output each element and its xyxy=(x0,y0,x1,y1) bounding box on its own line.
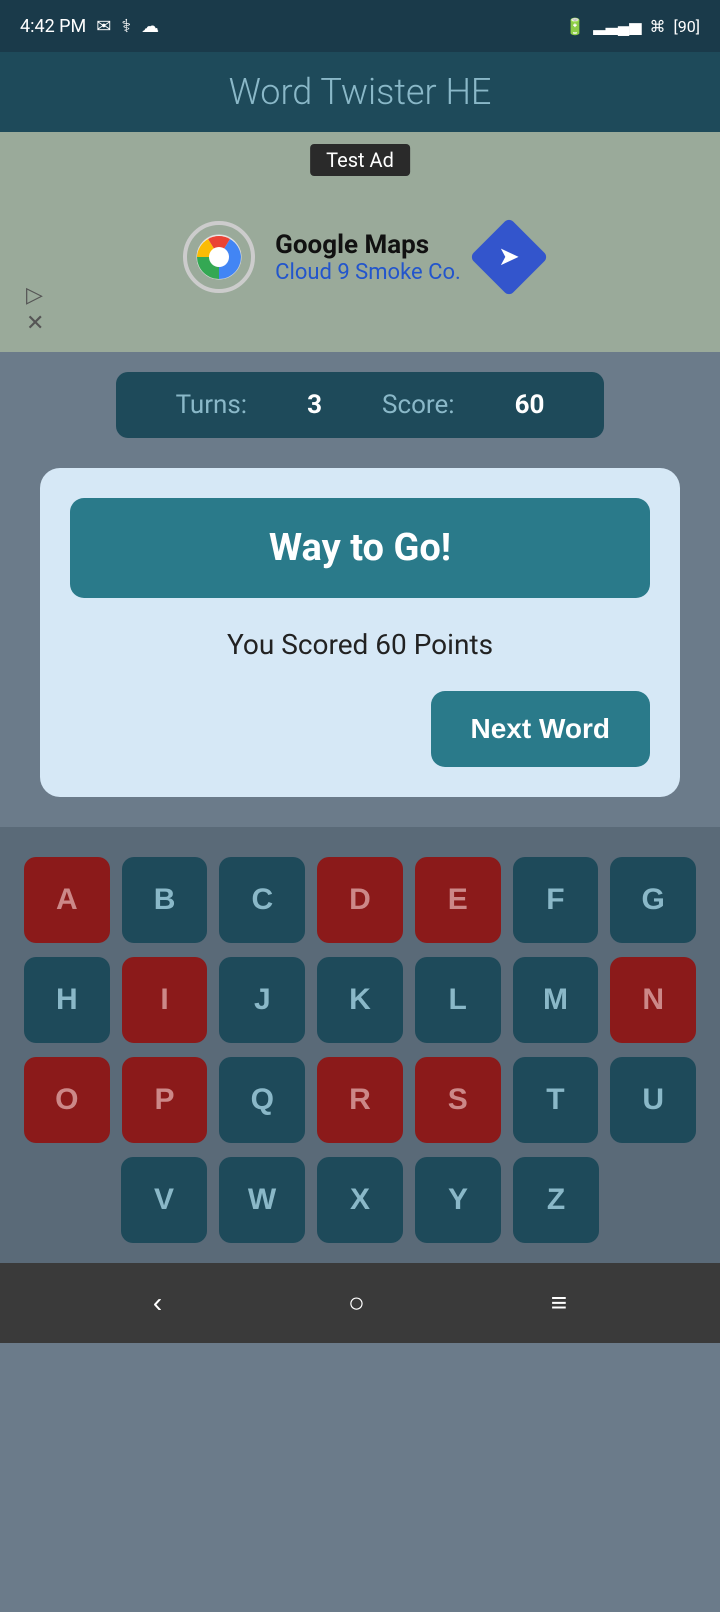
score-bar: Turns: 3 Score: 60 xyxy=(116,372,605,438)
app-header: Word Twister HE xyxy=(0,52,720,132)
key-M[interactable]: M xyxy=(513,957,599,1043)
battery-indicator: [90] xyxy=(674,17,700,36)
key-J[interactable]: J xyxy=(219,957,305,1043)
key-W[interactable]: W xyxy=(219,1157,305,1243)
menu-button[interactable]: ≡ xyxy=(531,1277,587,1329)
vibrate-icon: 🔋 xyxy=(565,17,585,36)
usb-icon: ⚕ xyxy=(121,16,131,37)
time-display: 4:42 PM xyxy=(20,16,86,37)
key-B[interactable]: B xyxy=(122,857,208,943)
cloud-icon: ☁ xyxy=(141,16,159,37)
ad-nav-icon[interactable]: ➤ xyxy=(469,217,548,296)
score-value: 60 xyxy=(515,390,545,420)
status-bar-right: 🔋 ▂▃▄▅ ⌘ [90] xyxy=(565,16,700,36)
key-I[interactable]: I xyxy=(122,957,208,1043)
key-D[interactable]: D xyxy=(317,857,403,943)
key-C[interactable]: C xyxy=(219,857,305,943)
success-dialog: Way to Go! You Scored 60 Points Next Wor… xyxy=(40,468,680,797)
keyboard-row-1: A B C D E F G xyxy=(24,857,696,943)
signal-icon: ▂▃▄▅ xyxy=(593,16,641,36)
app-title: Word Twister HE xyxy=(229,71,492,113)
ad-play-icon[interactable]: ▷ xyxy=(26,283,43,308)
status-bar: 4:42 PM ✉ ⚕ ☁ 🔋 ▂▃▄▅ ⌘ [90] xyxy=(0,0,720,52)
dialog-header: Way to Go! xyxy=(70,498,650,598)
key-X[interactable]: X xyxy=(317,1157,403,1243)
key-U[interactable]: U xyxy=(610,1057,696,1143)
wifi-icon: ⌘ xyxy=(650,17,666,36)
key-T[interactable]: T xyxy=(513,1057,599,1143)
ad-content: Google Maps Cloud 9 Smoke Co. ➤ xyxy=(143,221,577,293)
score-label: Score: xyxy=(382,390,455,420)
score-bar-container: Turns: 3 Score: 60 xyxy=(0,352,720,458)
key-Q[interactable]: Q xyxy=(219,1057,305,1143)
ad-subtitle: Cloud 9 Smoke Co. xyxy=(275,260,461,285)
ad-banner[interactable]: Test Ad Google Maps Cloud 9 Smoke Co. ➤ … xyxy=(0,132,720,352)
key-L[interactable]: L xyxy=(415,957,501,1043)
whatsapp-icon: ✉ xyxy=(96,16,111,37)
nav-bar: ‹ ○ ≡ xyxy=(0,1263,720,1343)
ad-close-icon[interactable]: ✕ xyxy=(26,311,44,336)
key-Y[interactable]: Y xyxy=(415,1157,501,1243)
ad-logo xyxy=(183,221,255,293)
key-N[interactable]: N xyxy=(610,957,696,1043)
status-bar-left: 4:42 PM ✉ ⚕ ☁ xyxy=(20,16,159,37)
keyboard-row-3: O P Q R S T U xyxy=(24,1057,696,1143)
dialog-score-text: You Scored 60 Points xyxy=(70,628,650,661)
turns-label: Turns: xyxy=(176,390,248,420)
dialog-actions: Next Word xyxy=(70,691,650,767)
keyboard-container: A B C D E F G H I J K L M N O P Q R S T … xyxy=(0,827,720,1263)
home-button[interactable]: ○ xyxy=(328,1277,385,1329)
key-G[interactable]: G xyxy=(610,857,696,943)
next-word-button[interactable]: Next Word xyxy=(431,691,651,767)
key-E[interactable]: E xyxy=(415,857,501,943)
key-D-placeholder[interactable]: A xyxy=(24,857,110,943)
key-R[interactable]: R xyxy=(317,1057,403,1143)
ad-text-area: Google Maps Cloud 9 Smoke Co. xyxy=(275,230,461,285)
key-S[interactable]: S xyxy=(415,1057,501,1143)
turns-value: 3 xyxy=(307,390,322,420)
key-V[interactable]: V xyxy=(121,1157,207,1243)
ad-company-name: Google Maps xyxy=(275,230,461,260)
keyboard-row-2: H I J K L M N xyxy=(24,957,696,1043)
key-K[interactable]: K xyxy=(317,957,403,1043)
key-F[interactable]: F xyxy=(513,857,599,943)
keyboard-row-4: V W X Y Z xyxy=(24,1157,696,1243)
key-O[interactable]: O xyxy=(24,1057,110,1143)
key-P[interactable]: P xyxy=(122,1057,208,1143)
key-Z[interactable]: Z xyxy=(513,1157,599,1243)
dialog-container: Way to Go! You Scored 60 Points Next Wor… xyxy=(0,458,720,827)
ad-label: Test Ad xyxy=(310,144,410,176)
dialog-header-text: Way to Go! xyxy=(269,526,451,570)
back-button[interactable]: ‹ xyxy=(133,1277,182,1329)
key-H[interactable]: H xyxy=(24,957,110,1043)
